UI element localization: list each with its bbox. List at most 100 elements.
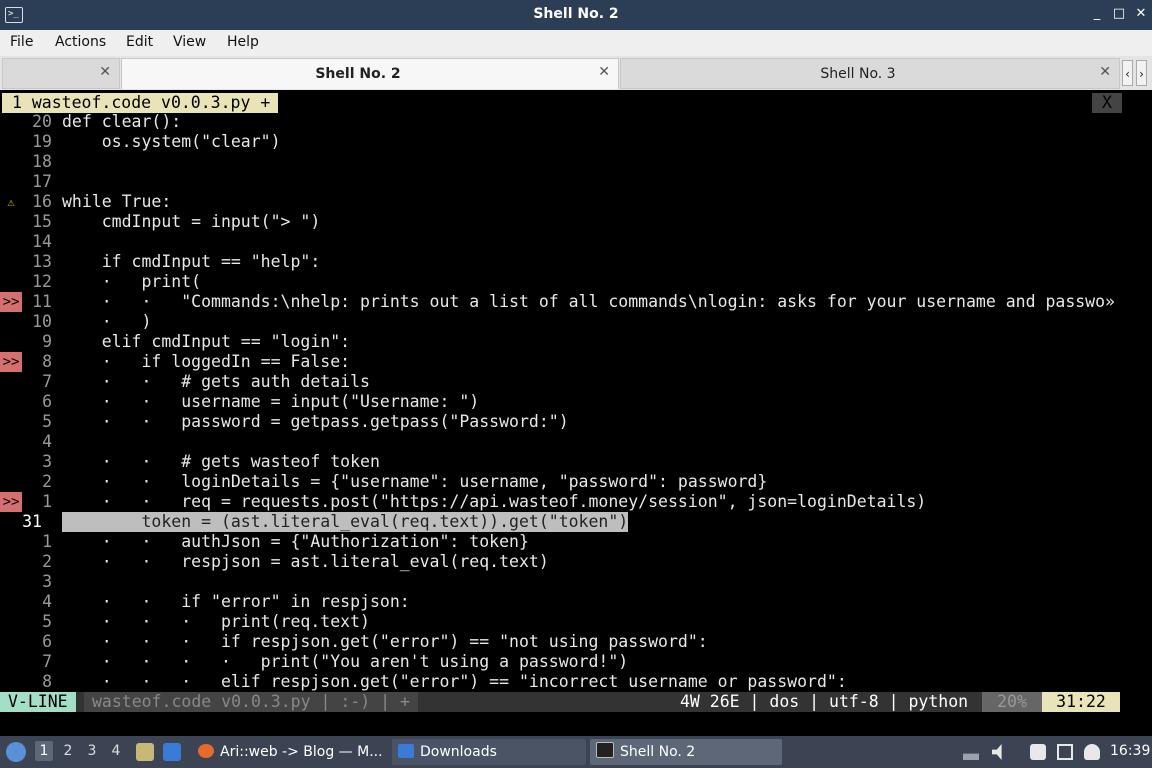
desktop-icon[interactable]	[163, 743, 181, 761]
code-text: · · "Commands:\nhelp: prints out a list …	[62, 292, 1115, 311]
menu-help[interactable]: Help	[227, 34, 259, 50]
start-menu-icon[interactable]	[6, 742, 26, 762]
sign-column	[0, 452, 22, 472]
notification-icon[interactable]	[1084, 744, 1100, 760]
menu-file[interactable]: File	[10, 34, 33, 50]
tab-scroll-left-button[interactable]: ‹	[1122, 60, 1133, 86]
menu-view[interactable]: View	[173, 34, 206, 50]
tab-scroll-right-button[interactable]: ›	[1136, 60, 1147, 86]
code-line[interactable]: ⚠ 16 while True:	[0, 192, 1120, 212]
code-line[interactable]: >> 8 · if loggedIn == False:	[0, 352, 1120, 372]
code-line[interactable]: 5 · · password = getpass.getpass("Passwo…	[0, 412, 1120, 432]
line-number: 4	[42, 432, 52, 451]
code-line[interactable]: 13 if cmdInput == "help":	[0, 252, 1120, 272]
code-line[interactable]: 2 · · respjson = ast.literal_eval(req.te…	[0, 552, 1120, 572]
line-number: 7	[42, 372, 52, 391]
line-number: 6	[42, 392, 52, 411]
task-browser[interactable]: Ari::web -> Blog — M...	[192, 739, 388, 765]
code-text: if cmdInput == "help":	[62, 252, 321, 271]
code-line[interactable]: 4 · · if "error" in respjson:	[0, 592, 1120, 612]
code-line[interactable]: 7 · · · · print("You aren't using a pass…	[0, 652, 1120, 672]
status-filename: wasteof.code v0.0.3.py | :-) | +	[84, 692, 418, 712]
code-line[interactable]: 5 · · · print(req.text)	[0, 612, 1120, 632]
code-line[interactable]: 19 os.system("clear")	[0, 132, 1120, 152]
tab-bar: ✕ Shell No. 2 ✕ Shell No. 3 ✕ ‹ ›	[0, 56, 1152, 91]
line-number: 16	[32, 192, 52, 211]
menu-actions[interactable]: Actions	[55, 34, 106, 50]
terminal-area[interactable]: 1 wasteof.code v0.0.3.py + X 20 def clear…	[0, 90, 1152, 732]
code-text: · · # gets auth details	[62, 372, 370, 391]
volume-icon[interactable]	[992, 744, 1002, 760]
line-number: 8	[42, 352, 52, 371]
line-number: 3	[42, 452, 52, 471]
code-line[interactable]: 31 token = (ast.literal_eval(req.text)).…	[0, 512, 1120, 532]
sign-column	[0, 272, 22, 292]
task-label: Downloads	[420, 744, 497, 760]
sign-column	[0, 552, 22, 572]
status-cursor-position: 31:22	[1042, 692, 1120, 712]
code-line[interactable]: 6 · · username = input("Username: ")	[0, 392, 1120, 412]
code-line[interactable]: 20 def clear():	[0, 112, 1120, 132]
eject-icon[interactable]	[963, 744, 979, 760]
minimize-button[interactable]: _	[1088, 5, 1106, 23]
file-manager-icon[interactable]	[136, 743, 154, 761]
code-text: · · authJson = {"Authorization": token}	[62, 532, 529, 551]
sign-column	[0, 672, 22, 692]
code-line[interactable]: 4	[0, 432, 1120, 452]
menu-edit[interactable]: Edit	[126, 34, 153, 50]
code-line[interactable]: 7 · · # gets auth details	[0, 372, 1120, 392]
sign-column	[0, 172, 22, 192]
code-line[interactable]: 14	[0, 232, 1120, 252]
code-text: · )	[62, 312, 152, 331]
code-line[interactable]: 10 · )	[0, 312, 1120, 332]
line-number: 31	[22, 512, 42, 531]
code-text: cmdInput = input("> ")	[62, 212, 321, 231]
code-line[interactable]: 1 · · authJson = {"Authorization": token…	[0, 532, 1120, 552]
code-line[interactable]: 3 · · # gets wasteof token	[0, 452, 1120, 472]
task-downloads[interactable]: Downloads	[392, 739, 586, 765]
code-line[interactable]: 17	[0, 172, 1120, 192]
network-icon[interactable]	[1057, 744, 1073, 760]
code-line[interactable]: 9 elif cmdInput == "login":	[0, 332, 1120, 352]
code-line[interactable]: >> 1 · · req = requests.post("https://api…	[0, 492, 1120, 512]
close-button[interactable]: ✕	[1132, 5, 1150, 23]
code-line[interactable]: 12 · print(	[0, 272, 1120, 292]
line-number: 10	[32, 312, 52, 331]
code-line[interactable]: 15 cmdInput = input("> ")	[0, 212, 1120, 232]
line-number: 8	[42, 672, 52, 691]
workspace-4[interactable]: 4	[107, 743, 125, 759]
maximize-button[interactable]: □	[1110, 5, 1128, 23]
buffer-close-button[interactable]: X	[1092, 93, 1122, 113]
sign-column	[0, 372, 22, 392]
task-shell[interactable]: Shell No. 2	[590, 739, 782, 765]
code-line[interactable]: 8 · · · elif respjson.get("error") == "i…	[0, 672, 1120, 692]
tab-close-icon[interactable]: ✕	[598, 64, 610, 80]
line-number: 13	[32, 252, 52, 271]
code-line[interactable]: 2 · · loginDetails = {"username": userna…	[0, 472, 1120, 492]
workspace-2[interactable]: 2	[59, 743, 77, 759]
line-number: 2	[42, 472, 52, 491]
sign-column	[0, 412, 22, 432]
tab-shell-3[interactable]: Shell No. 3 ✕	[620, 58, 1120, 89]
code-line[interactable]: 6 · · · if respjson.get("error") == "not…	[0, 632, 1120, 652]
code-line[interactable]: 3	[0, 572, 1120, 592]
buffer-tab[interactable]: 1 wasteof.code v0.0.3.py +	[2, 93, 279, 113]
taskbar: 1 2 3 4 Ari::web -> Blog — M... Download…	[0, 736, 1152, 768]
sign-column	[0, 312, 22, 332]
line-number: 7	[42, 652, 52, 671]
menu-bar: File Actions Edit View Help	[0, 30, 1152, 56]
workspace-3[interactable]: 3	[83, 743, 101, 759]
clipboard-icon[interactable]	[1030, 744, 1046, 760]
workspace-1[interactable]: 1	[35, 741, 53, 761]
code-line[interactable]: 18	[0, 152, 1120, 172]
firefox-icon	[198, 744, 214, 758]
tab-label: Shell No. 3	[820, 66, 896, 82]
tab-unnamed[interactable]: ✕	[2, 58, 120, 89]
line-number: 17	[32, 172, 52, 191]
code-text: · · if "error" in respjson:	[62, 592, 410, 611]
task-label: Ari::web -> Blog — M...	[220, 744, 383, 760]
code-line[interactable]: >> 11 · · "Commands:\nhelp: prints out a …	[0, 292, 1120, 312]
tab-shell-2[interactable]: Shell No. 2 ✕	[121, 58, 619, 89]
tab-close-icon[interactable]: ✕	[99, 64, 111, 80]
tab-close-icon[interactable]: ✕	[1099, 64, 1111, 80]
